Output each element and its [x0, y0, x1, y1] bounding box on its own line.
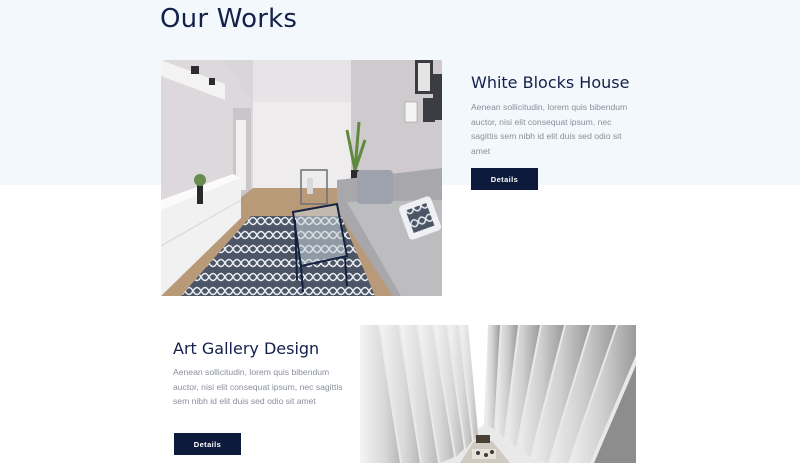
details-button[interactable]: Details: [174, 433, 241, 455]
gallery-architecture-photo: [360, 325, 636, 463]
living-room-photo: [161, 60, 442, 296]
section-title: Our Works: [160, 4, 298, 34]
project-description: Aenean sollicitudin, lorem quis bibendum…: [471, 102, 628, 156]
project-description: Aenean sollicitudin, lorem quis bibendum…: [173, 367, 343, 407]
project-title: Art Gallery Design: [173, 339, 320, 358]
details-button[interactable]: Details: [471, 168, 538, 190]
project-title: White Blocks House: [471, 73, 630, 92]
